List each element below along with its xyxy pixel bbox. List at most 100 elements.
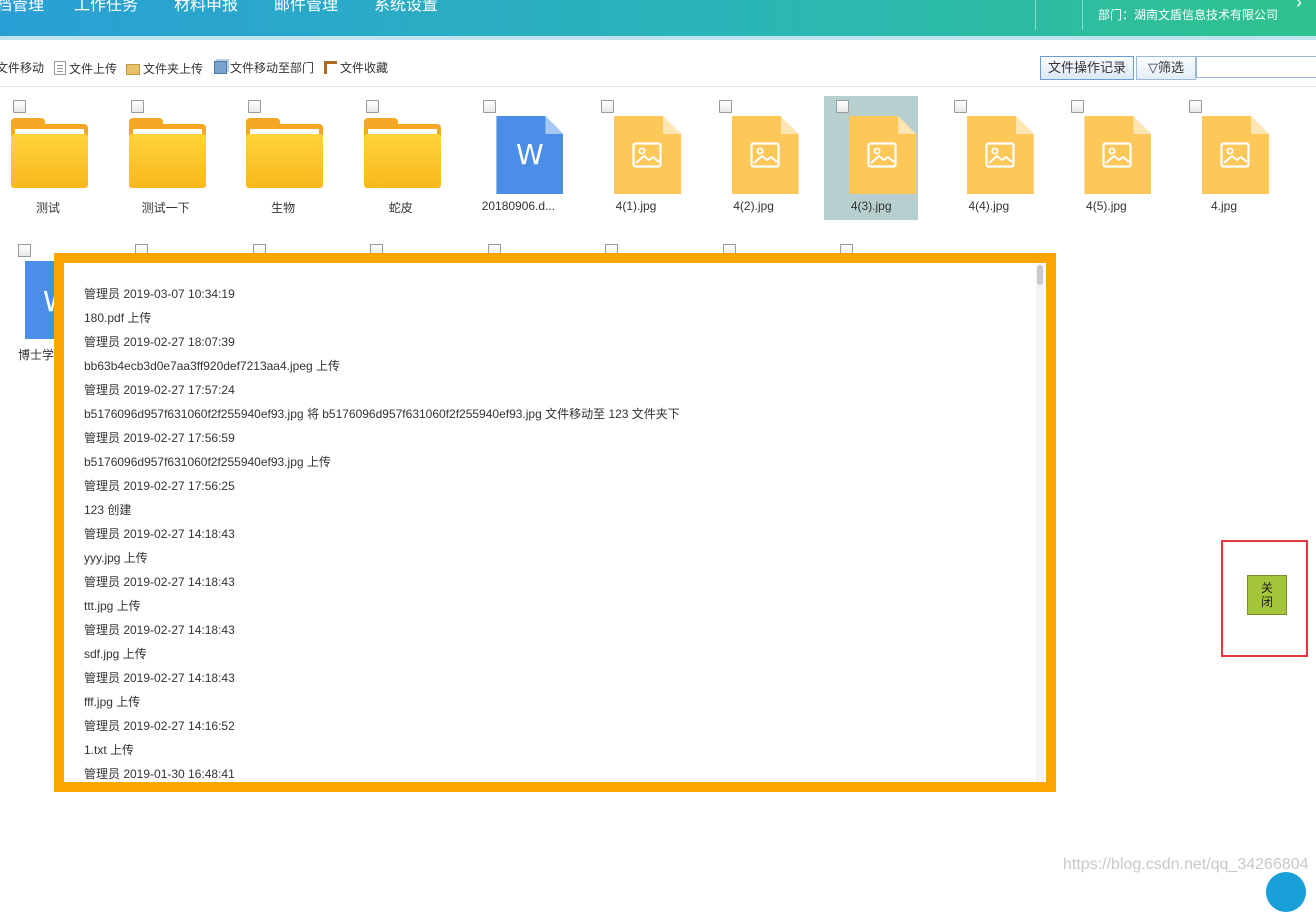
nav-item-tasks[interactable]: 工作任务 (74, 0, 138, 16)
log-entry: 管理员 2019-02-27 14:16:52 (84, 719, 235, 733)
folder-icon (128, 118, 206, 188)
file-checkbox[interactable] (365, 100, 379, 113)
nav-item-settings[interactable]: 系统设置 (374, 0, 438, 16)
move-file-button[interactable]: 文件移动 (0, 61, 44, 75)
favorite-file-button[interactable]: 文件收藏 (324, 61, 388, 75)
file-name: 4(1).jpg (615, 199, 657, 213)
file-checkbox[interactable] (13, 100, 26, 113)
file-item[interactable]: 4(5).jpg (1059, 96, 1153, 220)
nav-item-archive[interactable]: 档管理 (0, 0, 44, 16)
log-entry: ttt.jpg 上传 (84, 599, 141, 613)
image-file-icon (849, 116, 917, 194)
image-file-icon (614, 116, 681, 194)
file-item[interactable]: 4(2).jpg (707, 96, 801, 220)
image-file-icon (731, 116, 799, 194)
operation-log-dialog: 管理员 2019-03-07 10:34:19 180.pdf 上传 管理员 201… (54, 253, 1056, 792)
upload-folder-button[interactable]: 文件夹上传 (126, 61, 203, 76)
user-department: 部门：湖南文盾信息技术有限公司 (1098, 8, 1279, 22)
image-file-icon (966, 116, 1034, 194)
picture-icon (1220, 142, 1250, 168)
file-name: 生物 (271, 201, 296, 215)
log-entry: 管理员 2019-02-27 17:57:24 (84, 383, 235, 397)
file-name: 4(3).jpg (850, 199, 892, 213)
file-item[interactable]: 4(4).jpg (942, 96, 1036, 220)
word-file-icon[interactable]: W (25, 261, 55, 339)
toolbar-divider (0, 86, 1316, 87)
floating-action-icon[interactable] (1266, 872, 1306, 912)
file-name: 博士学 (18, 348, 55, 362)
nav-item-mail[interactable]: 邮件管理 (274, 0, 338, 16)
file-checkbox[interactable] (953, 100, 967, 113)
log-entry: fff.jpg 上传 (84, 695, 141, 709)
file-checkbox[interactable] (248, 100, 262, 113)
operation-log-button[interactable]: 文件操作记录 (1040, 56, 1134, 80)
file-name: 蛇皮 (388, 201, 413, 215)
file-name: 测试一下 (141, 201, 190, 215)
file-checkbox[interactable] (483, 100, 497, 113)
log-entry: 管理员 2019-02-27 14:18:43 (84, 623, 235, 637)
word-document-icon: W (496, 116, 564, 194)
log-entry: b5176096d957f631060f2f255940ef93.jpg 将 b… (84, 407, 680, 421)
file-name: 4.jpg (1210, 199, 1238, 213)
filter-button[interactable]: ▽筛选 (1136, 56, 1196, 80)
image-file-icon (1202, 116, 1269, 194)
top-nav-bar: 档管理 工作任务 材料申报 邮件管理 系统设置 部门：湖南文盾信息技术有限公司 … (0, 0, 1316, 40)
file-checkbox[interactable] (836, 100, 850, 113)
folder-icon (11, 118, 88, 188)
file-name: 4(4).jpg (968, 199, 1010, 213)
log-scrollbar-thumb[interactable] (1037, 265, 1043, 285)
log-entry: 123 创建 (84, 503, 132, 517)
upload-file-button[interactable]: 文件上传 (54, 61, 117, 76)
file-toolbar: 文件移动 文件上传 文件夹上传 文件移动至部门 文件收藏 文件操作记录 ▽筛选 (0, 55, 1316, 81)
file-item[interactable]: 生物 (236, 96, 330, 220)
file-item[interactable]: 测试一下 (119, 96, 213, 220)
nav-separator (1035, 0, 1036, 30)
move-to-dept-button[interactable]: 文件移动至部门 (214, 61, 314, 75)
log-entry: 管理员 2019-03-07 10:34:19 (84, 287, 235, 301)
file-checkbox[interactable] (130, 100, 144, 113)
folder-icon (126, 64, 140, 75)
file-checkbox[interactable] (718, 100, 732, 113)
file-name: 4(5).jpg (1086, 199, 1127, 213)
picture-icon (867, 142, 897, 168)
file-checkbox[interactable] (601, 100, 614, 113)
chevron-right-icon[interactable]: › (1296, 0, 1302, 13)
file-item[interactable]: 4.jpg (1177, 96, 1271, 220)
file-checkbox[interactable] (18, 244, 31, 257)
file-item[interactable]: 4(3).jpg (824, 96, 919, 220)
file-checkbox[interactable] (1189, 100, 1202, 113)
file-item[interactable]: 4(1).jpg (589, 96, 683, 220)
upload-folder-label: 文件夹上传 (143, 62, 204, 76)
favorite-file-label: 文件收藏 (340, 61, 389, 75)
file-item[interactable]: W 20180906.d... (471, 96, 565, 220)
picture-icon (749, 142, 780, 168)
file-name: 4(2).jpg (733, 199, 774, 213)
log-entry: yyy.jpg 上传 (84, 551, 148, 565)
log-entry: 管理员 2019-02-27 14:18:43 (84, 527, 235, 541)
picture-icon (985, 142, 1015, 168)
bookmark-icon (324, 61, 337, 74)
log-scrollbar[interactable] (1036, 263, 1044, 782)
watermark: https://blog.csdn.net/qq_34266804 (1063, 856, 1309, 873)
log-entry: sdf.jpg 上传 (84, 647, 147, 661)
log-entry: 管理员 2019-02-27 17:56:25 (84, 479, 235, 493)
nav-separator (1082, 0, 1083, 30)
nav-item-materials[interactable]: 材料申报 (174, 0, 238, 16)
file-item[interactable]: 测试 (1, 96, 95, 220)
log-entry: b5176096d957f631060f2f255940ef93.jpg 上传 (84, 455, 331, 469)
close-label-line1: 关 (1260, 581, 1273, 595)
close-button[interactable]: 关 闭 (1247, 575, 1287, 615)
log-entry: 管理员 2019-01-30 16:48:41 (84, 767, 235, 781)
move-file-label: 文件移动 (0, 61, 45, 75)
picture-icon (632, 142, 662, 168)
log-list: 管理员 2019-03-07 10:34:19 180.pdf 上传 管理员 201… (84, 287, 1044, 791)
file-checkbox[interactable] (1071, 100, 1085, 113)
search-input[interactable] (1196, 56, 1316, 78)
picture-icon (1102, 142, 1132, 168)
log-entry: 1.txt 上传 (84, 743, 135, 757)
file-item[interactable]: 蛇皮 (354, 96, 448, 220)
log-entry: bb63b4ecb3d0e7aa3ff920def7213aa4.jpeg 上传 (84, 359, 341, 373)
word-letter: W (516, 138, 544, 171)
close-label-line2: 闭 (1260, 595, 1273, 609)
log-entry: 管理员 2019-02-27 14:18:43 (84, 671, 235, 685)
